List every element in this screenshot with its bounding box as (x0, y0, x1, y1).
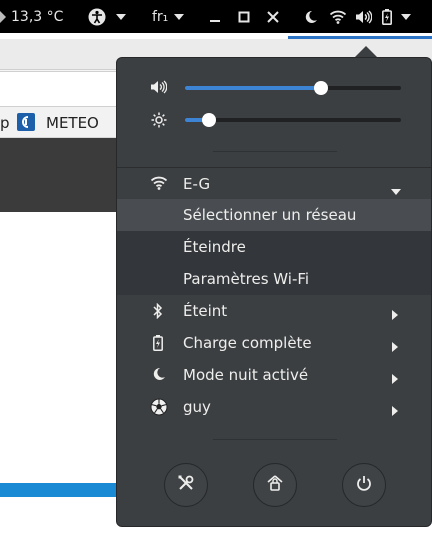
wifi-select-network-label: Sélectionner un réseau (183, 206, 357, 224)
chevron-right-icon (392, 306, 398, 324)
volume-icon (356, 9, 372, 24)
wifi-network-name: E-G (183, 175, 211, 193)
volume-slider-fill (185, 86, 322, 90)
night-light-menu-item[interactable]: Mode nuit activé (117, 359, 431, 391)
separator (213, 439, 337, 440)
meteo-icon (17, 113, 35, 135)
chevron-down-icon (401, 13, 411, 20)
brightness-slider-row (117, 108, 431, 132)
volume-slider-handle[interactable] (314, 81, 329, 95)
minimize-button[interactable] (209, 0, 221, 33)
system-menu: E-G Sélectionner un réseau Éteindre Para… (116, 57, 432, 527)
weather-icon (0, 10, 6, 23)
wifi-menu-header[interactable]: E-G (117, 167, 431, 200)
bluetooth-icon (153, 302, 163, 323)
maximize-icon (238, 11, 250, 23)
chevron-right-icon (392, 338, 398, 356)
wifi-settings-label: Paramètres Wi-Fi (183, 270, 310, 288)
chevron-down-icon (391, 181, 401, 199)
system-status-area[interactable] (304, 0, 411, 33)
wifi-icon (150, 176, 168, 194)
chevron-right-icon (392, 370, 398, 388)
user-name: guy (183, 398, 211, 416)
separator (213, 151, 337, 152)
keyboard-layout-menu[interactable]: fr₁ (152, 0, 185, 33)
maximize-button[interactable] (238, 0, 250, 33)
bluetooth-menu-item[interactable]: Éteint (117, 295, 431, 327)
settings-button[interactable] (164, 463, 208, 507)
battery-status: Charge complète (183, 334, 312, 352)
wifi-turn-off-label: Éteindre (183, 238, 246, 256)
volume-slider-row (117, 76, 431, 100)
brightness-icon (151, 112, 167, 132)
volume-slider[interactable] (185, 81, 401, 95)
wifi-turn-off-item[interactable]: Éteindre (117, 231, 431, 263)
weather-indicator[interactable]: 13,3 °C (0, 0, 63, 33)
weather-temperature: 13,3 °C (11, 8, 64, 25)
user-avatar-icon (150, 398, 168, 420)
accessibility-icon (88, 8, 106, 26)
bookmark-partial[interactable]: p (0, 114, 10, 132)
chevron-right-icon (392, 402, 398, 420)
battery-icon (153, 335, 163, 355)
night-light-status: Mode nuit activé (183, 366, 309, 384)
power-icon (356, 475, 372, 495)
battery-icon (382, 8, 392, 25)
keyboard-layout: fr₁ (152, 8, 169, 25)
bookmark-meteo[interactable]: METEO (46, 114, 99, 132)
top-bar: 13,3 °C fr₁ (0, 0, 432, 33)
battery-menu-item[interactable]: Charge complète (117, 327, 431, 359)
user-menu-item[interactable]: guy (117, 391, 431, 423)
minimize-icon (209, 11, 221, 23)
settings-icon (177, 474, 195, 496)
brightness-slider[interactable] (185, 113, 401, 127)
moon-icon (304, 10, 318, 24)
lock-button[interactable] (253, 463, 297, 507)
volume-icon (151, 80, 168, 98)
lock-icon (266, 474, 284, 496)
active-indicator-underline (288, 36, 432, 39)
accessibility-menu[interactable] (88, 0, 126, 33)
brightness-slider-handle[interactable] (201, 113, 216, 127)
moon-icon (152, 367, 166, 385)
browser-url-bar[interactable] (0, 71, 119, 107)
wifi-select-network-item[interactable]: Sélectionner un réseau (117, 199, 431, 231)
close-button[interactable] (267, 0, 279, 33)
wifi-settings-item[interactable]: Paramètres Wi-Fi (117, 263, 431, 295)
close-icon (267, 10, 279, 23)
chevron-down-icon (174, 13, 185, 20)
power-button[interactable] (342, 463, 386, 507)
chevron-down-icon (116, 13, 126, 20)
wifi-icon (330, 10, 346, 24)
bluetooth-status: Éteint (183, 302, 228, 320)
